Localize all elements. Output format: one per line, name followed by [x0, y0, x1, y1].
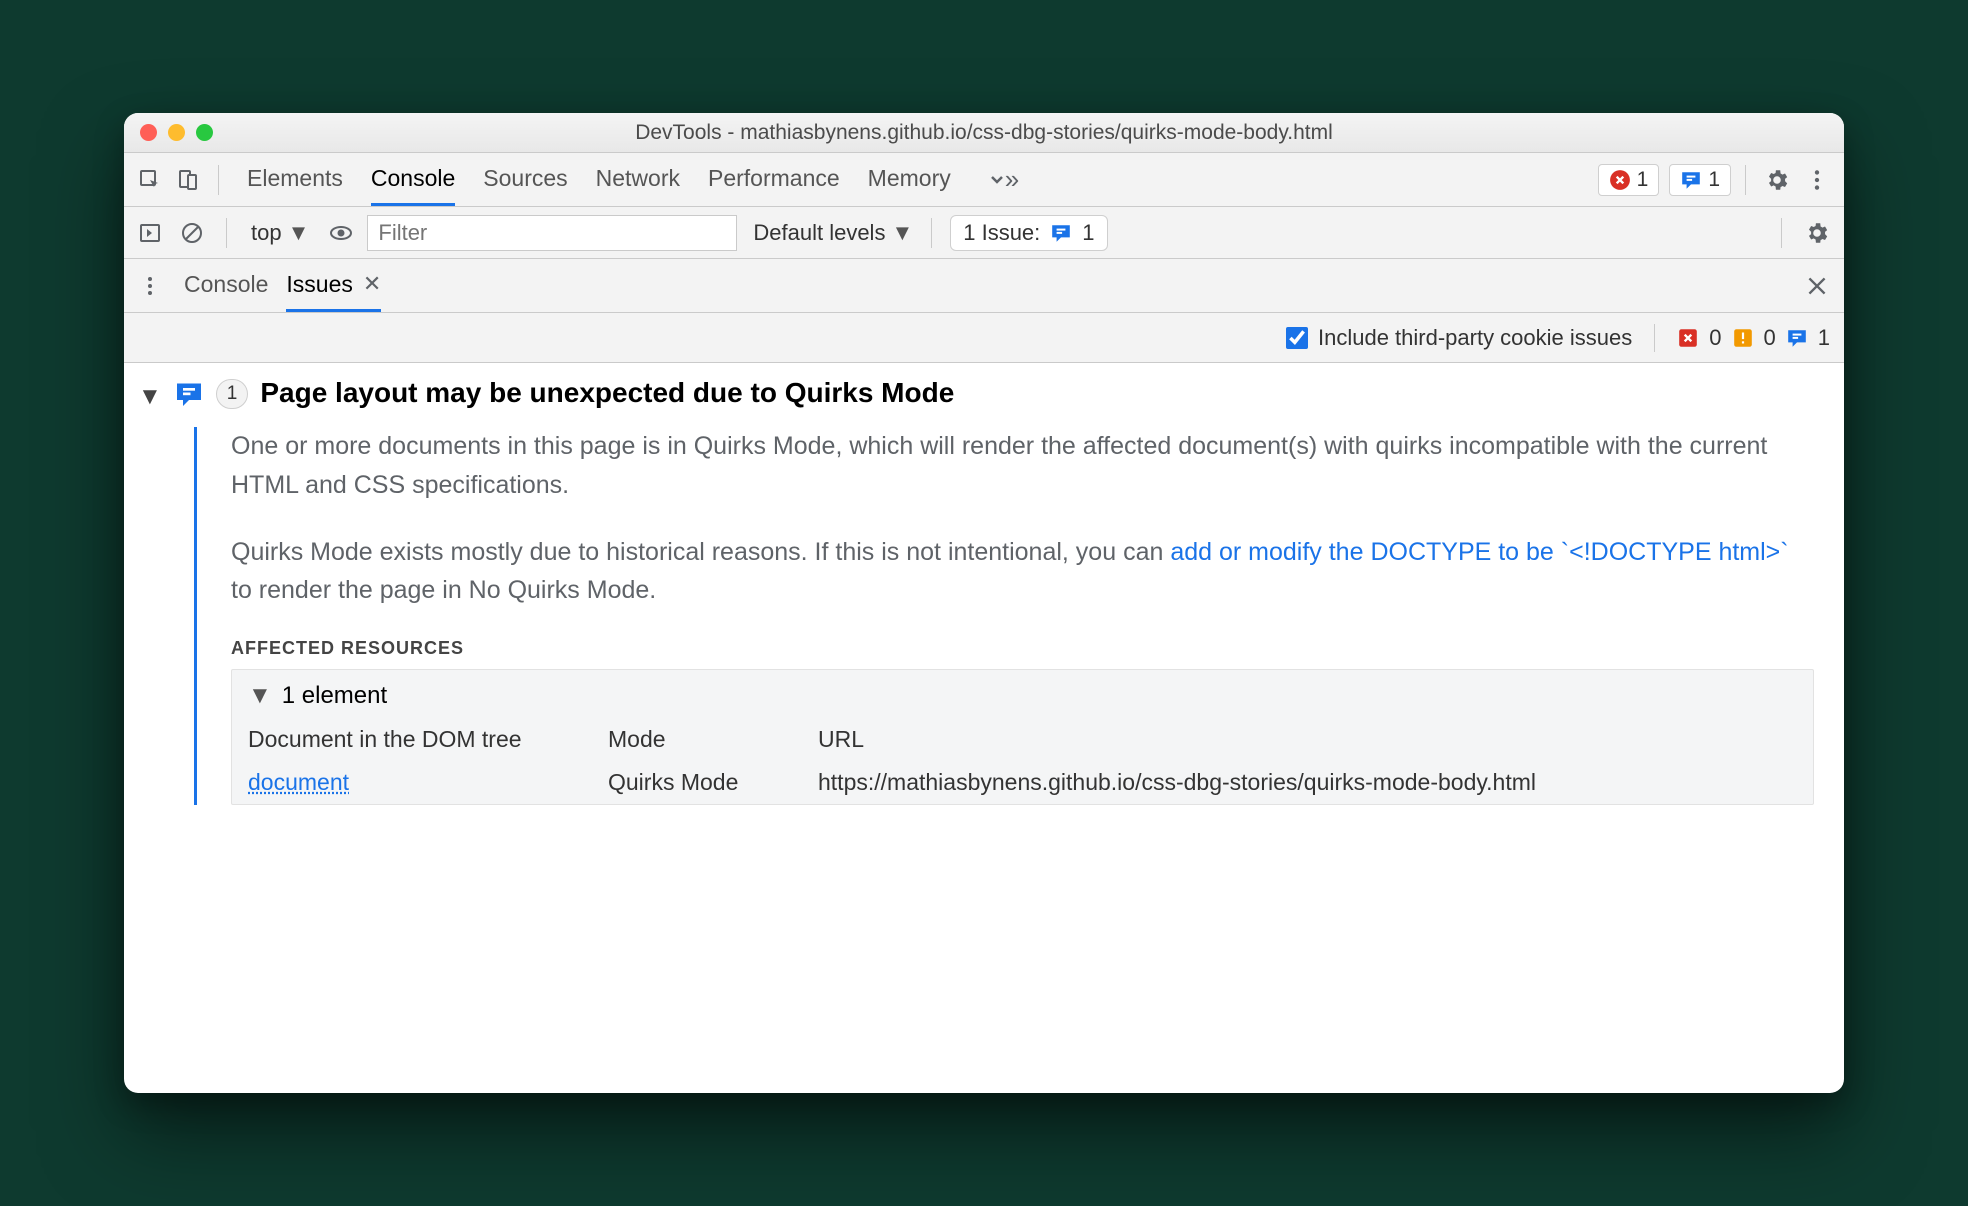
- warning-icon: [1732, 327, 1754, 349]
- levels-label: Default levels: [753, 220, 885, 246]
- tab-memory[interactable]: Memory: [868, 153, 951, 206]
- third-party-checkbox[interactable]: Include third-party cookie issues: [1286, 325, 1632, 351]
- drawer-tabs: Console Issues ✕: [124, 259, 1844, 313]
- toggle-sidebar-icon[interactable]: [134, 217, 166, 249]
- error-icon: [1677, 327, 1699, 349]
- issue-kind-icon: [174, 379, 204, 409]
- close-window-button[interactable]: [140, 124, 157, 141]
- disclosure-triangle-icon[interactable]: ▼: [248, 682, 272, 710]
- info-count: 1: [1708, 168, 1720, 192]
- third-party-label: Include third-party cookie issues: [1318, 325, 1632, 351]
- issues-toolbar: Include third-party cookie issues 0 0 1: [124, 313, 1844, 363]
- issue-label: 1 Issue:: [963, 220, 1040, 246]
- traffic-lights: [140, 124, 213, 141]
- info-count: 1: [1818, 325, 1830, 351]
- issues-content: ▼ 1 Page layout may be unexpected due to…: [124, 363, 1844, 1093]
- tab-network[interactable]: Network: [596, 153, 680, 206]
- issue-count: 1: [1082, 220, 1094, 246]
- context-label: top: [251, 220, 282, 246]
- para2-text-b: to render the page in No Quirks Mode.: [231, 576, 656, 604]
- more-options-icon[interactable]: [1800, 163, 1834, 197]
- issue-paragraph-1: One or more documents in this page is in…: [231, 427, 1814, 505]
- issue-body: One or more documents in this page is in…: [194, 427, 1824, 805]
- issue-count-pill: 1: [216, 379, 249, 409]
- element-count-label: 1 element: [282, 682, 387, 710]
- tab-performance[interactable]: Performance: [708, 153, 840, 206]
- drawer-more-icon[interactable]: [134, 270, 166, 302]
- disclosure-triangle-icon[interactable]: ▼: [138, 383, 162, 411]
- live-expression-icon[interactable]: [325, 217, 357, 249]
- issue-paragraph-2: Quirks Mode exists mostly due to histori…: [231, 533, 1814, 611]
- panel-tabs: Elements Console Sources Network Perform…: [247, 153, 1023, 206]
- clear-console-icon[interactable]: [176, 217, 208, 249]
- window-titlebar: DevTools - mathiasbynens.github.io/css-d…: [124, 113, 1844, 153]
- console-filter-bar: top ▼ Default levels ▼ 1 Issue: 1: [124, 207, 1844, 259]
- settings-icon[interactable]: [1760, 163, 1794, 197]
- more-tabs-icon[interactable]: »: [979, 153, 1023, 206]
- console-settings-icon[interactable]: [1800, 216, 1834, 250]
- log-levels-selector[interactable]: Default levels ▼: [753, 220, 913, 246]
- info-icon: [1786, 327, 1808, 349]
- drawer-tab-issues-label: Issues: [286, 271, 352, 298]
- tab-elements[interactable]: Elements: [247, 153, 343, 206]
- affected-table: Document in the DOM tree Mode URL docume…: [248, 718, 1797, 804]
- issue-header-row[interactable]: ▼ 1 Page layout may be unexpected due to…: [138, 377, 1824, 411]
- document-link[interactable]: document: [248, 769, 349, 795]
- drawer-tab-console[interactable]: Console: [184, 259, 268, 312]
- separator: [931, 218, 932, 248]
- zoom-window-button[interactable]: [196, 124, 213, 141]
- error-count: 0: [1709, 325, 1721, 351]
- minimize-window-button[interactable]: [168, 124, 185, 141]
- devtools-window: DevTools - mathiasbynens.github.io/css-d…: [124, 113, 1844, 1093]
- issues-counter[interactable]: 1 Issue: 1: [950, 215, 1107, 251]
- third-party-checkbox-input[interactable]: [1286, 327, 1308, 349]
- error-badge[interactable]: 1: [1598, 164, 1660, 196]
- affected-resources-label: AFFECTED RESOURCES: [231, 638, 1814, 659]
- filter-input[interactable]: [367, 215, 737, 251]
- affected-element-header[interactable]: ▼ 1 element: [248, 682, 1797, 710]
- window-title: DevTools - mathiasbynens.github.io/css-d…: [124, 121, 1844, 145]
- col-url: URL: [818, 718, 1797, 761]
- para2-text-a: Quirks Mode exists mostly due to histori…: [231, 538, 1170, 566]
- issue-title: Page layout may be unexpected due to Qui…: [260, 377, 954, 409]
- device-toolbar-icon[interactable]: [172, 164, 204, 196]
- error-count: 1: [1637, 168, 1649, 192]
- close-drawer-icon[interactable]: [1800, 269, 1834, 303]
- col-mode: Mode: [608, 718, 808, 761]
- separator: [218, 165, 219, 195]
- main-toolbar: Elements Console Sources Network Perform…: [124, 153, 1844, 207]
- doctype-help-link[interactable]: add or modify the DOCTYPE to be `<!DOCTY…: [1170, 538, 1788, 566]
- separator: [226, 218, 227, 248]
- affected-resources-box: ▼ 1 element Document in the DOM tree Mod…: [231, 669, 1814, 805]
- drawer-tab-issues[interactable]: Issues ✕: [286, 259, 381, 312]
- separator: [1745, 165, 1746, 195]
- tab-sources[interactable]: Sources: [483, 153, 567, 206]
- inspect-element-icon[interactable]: [134, 164, 166, 196]
- col-document: Document in the DOM tree: [248, 718, 598, 761]
- warning-count: 0: [1764, 325, 1776, 351]
- separator: [1781, 218, 1782, 248]
- tab-console[interactable]: Console: [371, 153, 455, 206]
- issue-counts: 0 0 1: [1677, 325, 1830, 351]
- close-tab-icon[interactable]: ✕: [363, 271, 381, 297]
- context-selector[interactable]: top ▼: [245, 220, 315, 246]
- cell-url: https://mathiasbynens.github.io/css-dbg-…: [818, 761, 1797, 804]
- cell-document: document: [248, 761, 598, 804]
- separator: [1654, 324, 1655, 352]
- top-badges: 1 1: [1598, 164, 1731, 196]
- info-badge[interactable]: 1: [1669, 164, 1731, 196]
- cell-mode: Quirks Mode: [608, 761, 808, 804]
